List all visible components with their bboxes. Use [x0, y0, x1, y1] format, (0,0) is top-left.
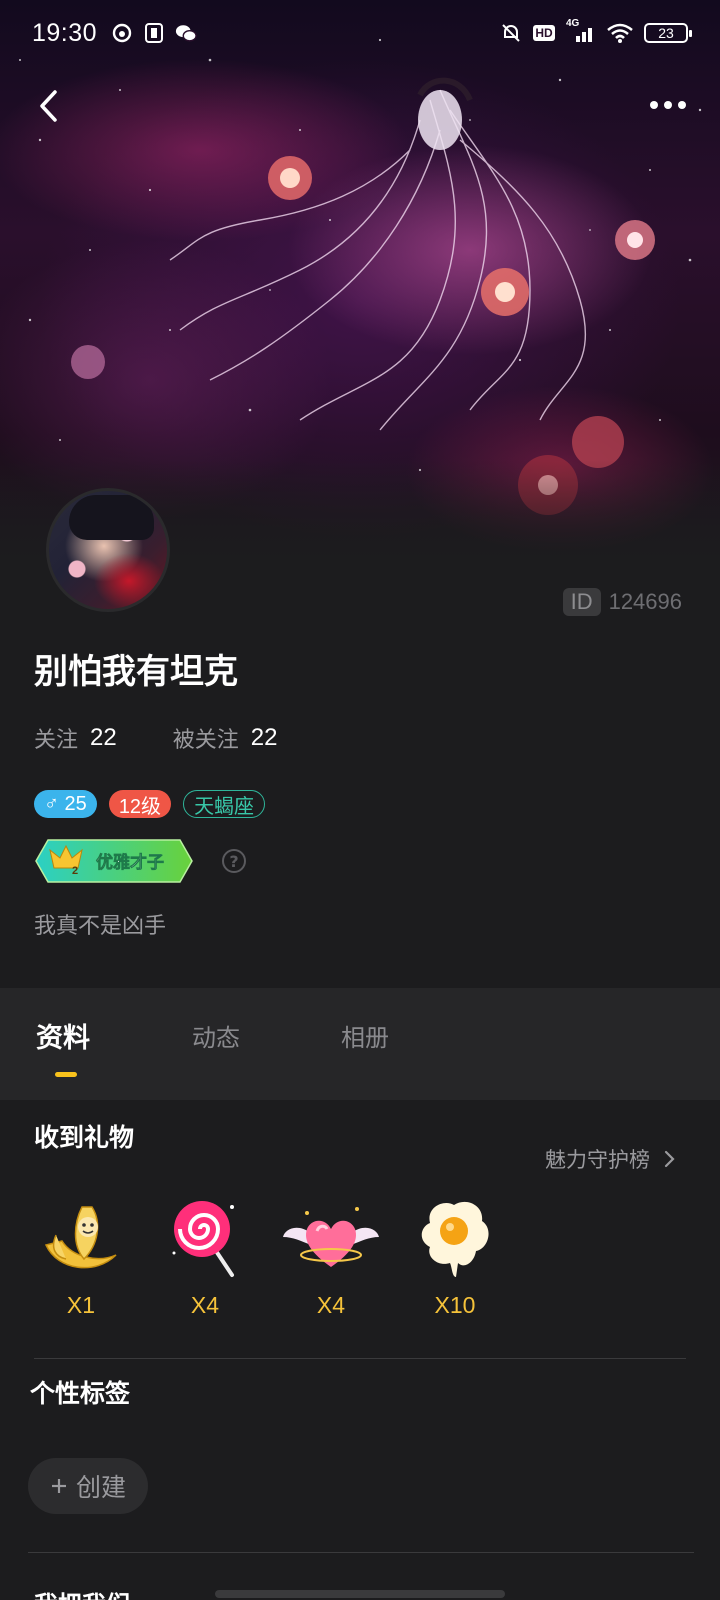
lollipop-gift-icon [150, 1188, 260, 1288]
gift-count: X10 [434, 1292, 476, 1318]
bottom-section-bar [215, 1590, 505, 1598]
banana-gift-icon [26, 1188, 136, 1288]
winged-heart-gift-icon [276, 1188, 386, 1288]
nickname: 别怕我有坦克 [34, 652, 238, 692]
status-time: 19:30 [32, 18, 98, 47]
followers-label: 被关注 [172, 728, 239, 753]
tab-moments[interactable]: 动态 [192, 1018, 240, 1053]
charm-guard-link[interactable]: 魅力守护榜 [545, 1144, 676, 1174]
profile-tabs: 资料 动态 相册 [0, 988, 720, 1100]
gift-item[interactable]: X4 [276, 1188, 386, 1319]
wifi-icon [606, 22, 634, 44]
chevron-right-icon [664, 1150, 675, 1168]
gift-item[interactable]: X1 [26, 1188, 136, 1319]
id-value: 124696 [608, 589, 682, 614]
hd-icon: HD [533, 25, 555, 41]
followers-stat[interactable]: 被关注 22 [173, 722, 278, 754]
more-options-button[interactable] [646, 90, 690, 120]
app-notification-icon [143, 22, 165, 44]
more-dots-icon [650, 101, 658, 109]
avatar[interactable] [46, 488, 170, 612]
help-icon[interactable]: ? [222, 849, 246, 873]
tab-profile[interactable]: 资料 [36, 1016, 90, 1055]
gender-age-tag: ♂ 25 [34, 790, 97, 818]
create-tag-button[interactable]: 创建 [28, 1458, 148, 1514]
gift-count: X4 [316, 1292, 346, 1318]
back-button[interactable] [28, 86, 68, 126]
wechat-icon [175, 22, 197, 44]
status-bar: 19:30 HD 4G 23 [0, 0, 720, 66]
medal-level: 2 [72, 865, 78, 877]
personal-tags-title: 个性标签 [30, 1379, 131, 1408]
following-stat[interactable]: 关注 22 [34, 722, 117, 754]
gift-item[interactable]: X4 [150, 1188, 260, 1319]
section-divider [28, 1552, 694, 1553]
gift-count: X1 [66, 1292, 96, 1318]
cellular-signal-icon: 4G [566, 18, 596, 44]
followers-count: 22 [250, 724, 278, 751]
tab-album[interactable]: 相册 [341, 1018, 389, 1053]
fried-egg-gift-icon [400, 1188, 510, 1288]
netease-music-icon [111, 22, 133, 44]
gifts-title: 收到礼物 [34, 1123, 135, 1152]
user-id: ID 124696 [562, 588, 682, 616]
profile-tags: ♂ 25 12级 天蝎座 [34, 790, 266, 818]
plus-icon [51, 1479, 66, 1493]
bio: 我真不是凶手 [34, 914, 167, 939]
charm-guard-label: 魅力守护榜 [545, 1148, 650, 1172]
crown-medal-icon: 2 优雅才子 [35, 839, 193, 883]
gift-item[interactable]: X10 [400, 1188, 510, 1319]
following-label: 关注 [34, 728, 79, 753]
level-tag[interactable]: 12级 [108, 790, 172, 818]
chevron-left-icon [40, 90, 57, 122]
battery-icon: 23 [644, 23, 692, 43]
gift-count: X4 [190, 1292, 220, 1318]
medal-text: 优雅才子 [96, 852, 164, 873]
id-label: ID [562, 588, 601, 616]
mute-bell-icon [500, 22, 522, 44]
zodiac-tag: 天蝎座 [183, 790, 266, 818]
create-tag-label: 创建 [75, 1473, 126, 1502]
medal-badge[interactable]: 2 优雅才子 [34, 838, 194, 884]
following-count: 22 [90, 724, 117, 751]
bottom-section-title: 我把我们 [34, 1585, 130, 1600]
follow-stats: 关注 22 被关注 22 [34, 722, 277, 754]
active-tab-indicator [55, 1072, 77, 1077]
section-divider [34, 1358, 686, 1359]
